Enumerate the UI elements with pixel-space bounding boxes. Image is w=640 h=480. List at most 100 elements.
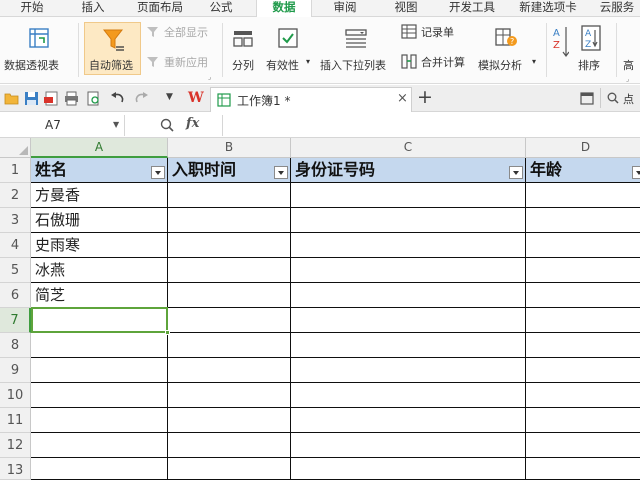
row-header[interactable]: 11 bbox=[0, 408, 31, 433]
cell-c8[interactable] bbox=[291, 333, 526, 358]
cell-c11[interactable] bbox=[291, 408, 526, 433]
formula-input[interactable] bbox=[222, 115, 640, 136]
cell-a13[interactable] bbox=[31, 458, 168, 480]
cell-b5[interactable] bbox=[168, 258, 291, 283]
what-if-analysis-button[interactable]: ? 模拟分析 ▾ bbox=[478, 21, 542, 77]
tab-new-tab[interactable]: 新建选项卡 bbox=[510, 0, 586, 17]
redo-icon[interactable] bbox=[134, 91, 149, 106]
cell-c9[interactable] bbox=[291, 358, 526, 383]
close-tab-icon[interactable]: × bbox=[397, 91, 408, 106]
tab-review[interactable]: 审阅 bbox=[320, 0, 370, 17]
sort-ascending-button[interactable]: A Z bbox=[553, 23, 569, 63]
cell-d12[interactable] bbox=[526, 433, 640, 458]
sort-button[interactable]: A Z 排序 bbox=[576, 21, 610, 77]
cell-d8[interactable] bbox=[526, 333, 640, 358]
filter-group-expand-icon[interactable]: ⌟ bbox=[208, 73, 211, 81]
cell-d9[interactable] bbox=[526, 358, 640, 383]
cell-a10[interactable] bbox=[31, 383, 168, 408]
insert-function-icon[interactable]: fx bbox=[186, 116, 199, 131]
cell-b4[interactable] bbox=[168, 233, 291, 258]
cell-a11[interactable] bbox=[31, 408, 168, 433]
tab-home[interactable]: 开始 bbox=[8, 0, 56, 17]
row-header[interactable]: 8 bbox=[0, 333, 31, 358]
column-header-d[interactable]: D bbox=[526, 138, 640, 158]
cell-b9[interactable] bbox=[168, 358, 291, 383]
tab-cloud-service[interactable]: 云服务 bbox=[592, 0, 640, 17]
filter-dropdown-icon[interactable] bbox=[509, 166, 523, 179]
cell-d5[interactable] bbox=[526, 258, 640, 283]
window-layout-icon[interactable] bbox=[580, 92, 594, 105]
row-header[interactable]: 1 bbox=[0, 158, 31, 183]
open-folder-icon[interactable] bbox=[4, 91, 19, 106]
wps-logo-icon[interactable]: W bbox=[188, 90, 204, 106]
advanced-button[interactable]: 高 bbox=[623, 57, 640, 73]
row-header[interactable]: 3 bbox=[0, 208, 31, 233]
header-cell-name[interactable]: 姓名 bbox=[31, 158, 168, 183]
column-header-c[interactable]: C bbox=[291, 138, 526, 158]
cell-c10[interactable] bbox=[291, 383, 526, 408]
header-cell-id-number[interactable]: 身份证号码 bbox=[291, 158, 526, 183]
cell-c7[interactable] bbox=[291, 308, 526, 333]
insert-dropdown-list-button[interactable]: 插入下拉列表 bbox=[320, 21, 394, 77]
zoom-function-icon[interactable] bbox=[160, 118, 174, 132]
fill-handle[interactable] bbox=[165, 330, 170, 335]
filter-dropdown-icon[interactable] bbox=[274, 166, 288, 179]
cell-c3[interactable] bbox=[291, 208, 526, 233]
tab-formula[interactable]: 公式 bbox=[198, 0, 244, 17]
tab-insert[interactable]: 插入 bbox=[72, 0, 114, 17]
row-header[interactable]: 5 bbox=[0, 258, 31, 283]
filter-dropdown-icon[interactable] bbox=[151, 166, 165, 179]
cell-d6[interactable] bbox=[526, 283, 640, 308]
filter-dropdown-icon[interactable] bbox=[632, 166, 640, 179]
cell-a3[interactable]: 石傲珊 bbox=[31, 208, 168, 233]
pivot-table-button[interactable]: 数据透视表 bbox=[4, 21, 74, 77]
cell-c12[interactable] bbox=[291, 433, 526, 458]
cell-a12[interactable] bbox=[31, 433, 168, 458]
cell-a2[interactable]: 方曼香 bbox=[31, 183, 168, 208]
split-columns-button[interactable]: 分列 bbox=[228, 21, 260, 77]
cell-a6[interactable]: 简芝 bbox=[31, 283, 168, 308]
cell-b7[interactable] bbox=[168, 308, 291, 333]
tab-data[interactable]: 数据 bbox=[256, 0, 312, 18]
cell-c13[interactable] bbox=[291, 458, 526, 480]
cell-d2[interactable] bbox=[526, 183, 640, 208]
row-header[interactable]: 4 bbox=[0, 233, 31, 258]
tab-developer[interactable]: 开发工具 bbox=[440, 0, 504, 17]
row-header[interactable]: 13 bbox=[0, 458, 31, 480]
row-header[interactable]: 10 bbox=[0, 383, 31, 408]
tab-view[interactable]: 视图 bbox=[384, 0, 428, 17]
document-tab[interactable]: 工作簿1 * × bbox=[210, 87, 412, 112]
cell-a5[interactable]: 冰燕 bbox=[31, 258, 168, 283]
cell-b12[interactable] bbox=[168, 433, 291, 458]
name-box[interactable]: A7 ▼ bbox=[0, 115, 125, 136]
cell-a4[interactable]: 史雨寒 bbox=[31, 233, 168, 258]
cell-b10[interactable] bbox=[168, 383, 291, 408]
row-header[interactable]: 9 bbox=[0, 358, 31, 383]
active-cell-selection[interactable] bbox=[31, 307, 168, 333]
cell-b6[interactable] bbox=[168, 283, 291, 308]
validation-button[interactable]: 有效性 ▾ bbox=[264, 21, 312, 77]
undo-icon[interactable] bbox=[110, 91, 125, 106]
cell-d4[interactable] bbox=[526, 233, 640, 258]
cell-a9[interactable] bbox=[31, 358, 168, 383]
row-header[interactable]: 6 bbox=[0, 283, 31, 308]
cell-b8[interactable] bbox=[168, 333, 291, 358]
export-pdf-icon[interactable] bbox=[44, 91, 59, 106]
name-box-dropdown-icon[interactable]: ▼ bbox=[113, 120, 119, 129]
column-header-b[interactable]: B bbox=[168, 138, 291, 158]
cell-b13[interactable] bbox=[168, 458, 291, 480]
print-preview-icon[interactable] bbox=[86, 91, 101, 106]
cell-c5[interactable] bbox=[291, 258, 526, 283]
row-header[interactable]: 7 bbox=[0, 308, 31, 333]
save-icon[interactable] bbox=[24, 91, 39, 106]
tab-page-layout[interactable]: 页面布局 bbox=[128, 0, 192, 17]
cell-d13[interactable] bbox=[526, 458, 640, 480]
column-header-a[interactable]: A bbox=[31, 138, 168, 158]
add-tab-icon[interactable]: + bbox=[417, 86, 433, 108]
select-all-corner[interactable] bbox=[0, 138, 31, 158]
ribbon-expand-icon[interactable]: ⌟ bbox=[626, 75, 629, 83]
cell-a8[interactable] bbox=[31, 333, 168, 358]
cell-c6[interactable] bbox=[291, 283, 526, 308]
cell-d10[interactable] bbox=[526, 383, 640, 408]
cell-b2[interactable] bbox=[168, 183, 291, 208]
